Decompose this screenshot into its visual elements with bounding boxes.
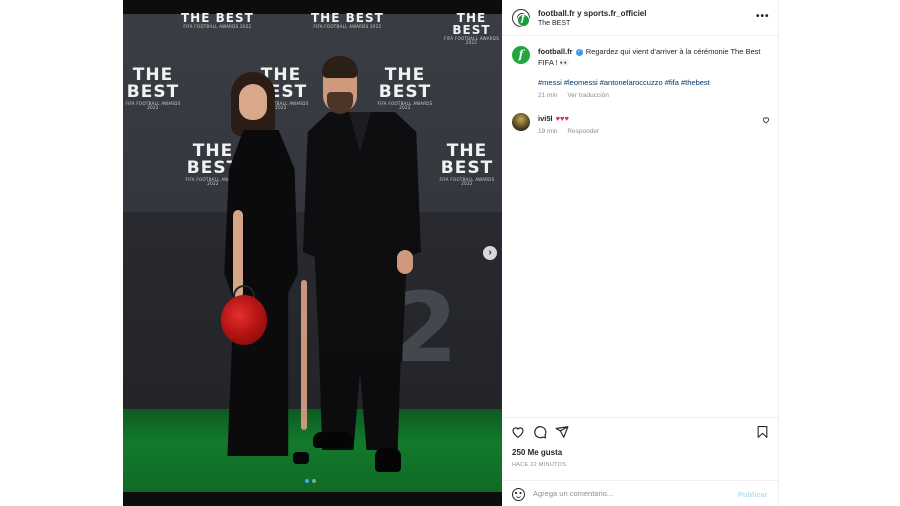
caption-username[interactable]: football.fr	[538, 47, 573, 56]
media-letterbox-bottom	[123, 492, 502, 506]
comment-item: ivi5l ♥♥♥ 19 min Responder	[512, 113, 774, 139]
rose-handbag	[221, 295, 267, 345]
comment-composer: Publicar	[502, 480, 779, 506]
woman-leg	[301, 280, 307, 430]
backdrop-logo: THE BEST FIFA FOOTBALL AWARDS 2022	[377, 65, 433, 110]
caption-text-block: football.fr ✓ Regardez qui vient d'arriv…	[538, 46, 770, 68]
comment-text: ♥♥♥	[555, 114, 569, 123]
heart-outline-icon[interactable]	[511, 425, 525, 444]
likes-count[interactable]: 250 Me gusta	[512, 448, 562, 457]
verified-badge-icon: ✓	[575, 48, 583, 56]
bookmark-icon[interactable]	[756, 425, 769, 444]
comment-username[interactable]: ivi5l	[538, 114, 553, 123]
chevron-right-icon[interactable]: ›	[483, 246, 497, 260]
man-hand	[397, 250, 413, 274]
woman-face	[239, 84, 267, 120]
post-actions-section: 250 Me gusta HACE 22 MINUTOS Publicar	[502, 417, 779, 506]
comment-time: 19 min	[538, 128, 558, 135]
backdrop-logo: THE BEST FIFA FOOTBALL AWARDS 2022	[181, 11, 254, 29]
backdrop-logo: THE BEST FIFA FOOTBALL AWARDS 2022	[443, 11, 500, 45]
woman-shoe	[293, 452, 309, 464]
post-timestamp: HACE 22 MINUTOS	[512, 462, 567, 468]
collab-avatar-secondary[interactable]: f	[517, 14, 530, 27]
caption-hashtags[interactable]: #messi #leomessi #antonelaroccuzzo #fifa…	[538, 78, 710, 87]
post-media[interactable]: THE BEST FIFA FOOTBALL AWARDS 2022 THE BE…	[123, 0, 502, 506]
backdrop-logo: THE BEST FIFA FOOTBALL AWARDS 2022	[311, 11, 384, 29]
backdrop-logo: THE BEST FIFA FOOTBALL AWARDS 2022	[439, 141, 495, 186]
man-suit	[303, 112, 421, 362]
man-shoe	[375, 448, 401, 472]
backdrop-logo: THE BEST FIFA FOOTBALL AWARDS 2022	[125, 65, 181, 110]
carousel-dot	[312, 479, 316, 483]
caption-time: 21 min	[538, 92, 558, 99]
paper-plane-icon[interactable]	[555, 425, 569, 444]
comment-bubble-icon[interactable]	[533, 425, 547, 444]
post-author-names[interactable]: football.fr y sports.fr_officiel	[538, 9, 646, 18]
heart-outline-icon[interactable]	[762, 116, 770, 126]
see-translation-link[interactable]: Ver traducción	[567, 92, 609, 99]
post-location[interactable]: The BEST	[538, 20, 570, 27]
more-options-icon[interactable]: •••	[756, 11, 770, 22]
carousel-dot	[305, 479, 309, 483]
carousel-indicator	[305, 479, 316, 483]
caption-meta: 21 min Ver traducción	[538, 92, 609, 99]
reply-link[interactable]: Responder	[567, 128, 599, 135]
comment-input[interactable]	[533, 489, 723, 498]
comment-text-block: ivi5l ♥♥♥	[538, 114, 569, 123]
commenter-avatar[interactable]	[512, 113, 530, 131]
man-hair	[322, 56, 358, 78]
post-side-panel: f football.fr y sports.fr_officiel The B…	[502, 0, 779, 506]
emoji-smile-icon[interactable]	[512, 488, 525, 501]
publish-button[interactable]: Publicar	[738, 490, 768, 499]
man-shoe	[313, 432, 353, 448]
post-header: f football.fr y sports.fr_officiel The B…	[502, 0, 779, 36]
author-avatar[interactable]: f	[512, 46, 530, 64]
comment-meta: 19 min Responder	[538, 128, 599, 135]
